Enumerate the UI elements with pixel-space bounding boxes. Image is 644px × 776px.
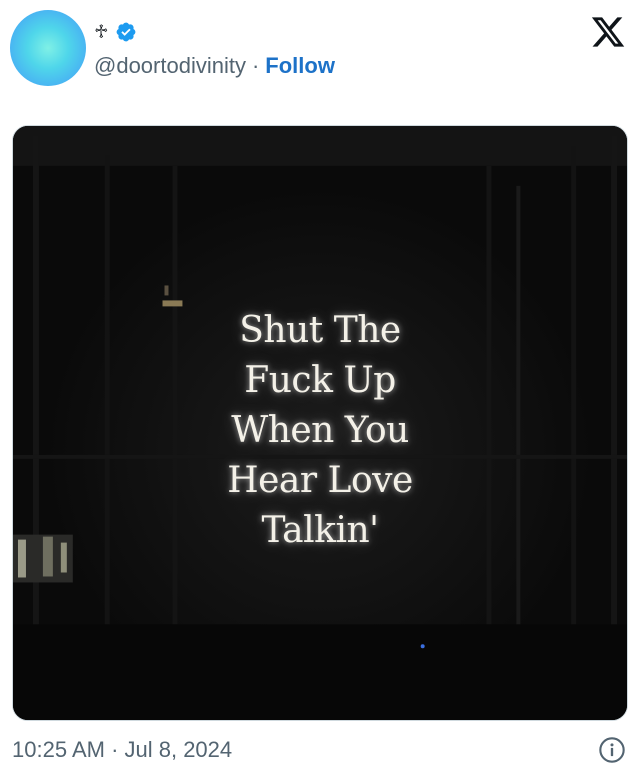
follow-button[interactable]: Follow bbox=[265, 52, 335, 80]
author-name-row: ♱ bbox=[94, 20, 137, 44]
sign-text: Shut The Fuck Up When You Hear Love Talk… bbox=[13, 306, 627, 556]
tweet-photo[interactable]: Shut The Fuck Up When You Hear Love Talk… bbox=[12, 125, 628, 721]
verified-badge-icon bbox=[116, 22, 135, 42]
tweet-embed-card: ♱ @doortodivinity · Follow Shut The Fuck… bbox=[0, 0, 644, 776]
sign-line: Talkin' bbox=[261, 510, 379, 551]
tweet-timestamp[interactable]: 10:25 AM · Jul 8, 2024 bbox=[12, 736, 232, 764]
display-name[interactable]: ♱ bbox=[94, 20, 109, 44]
separator-dot: · bbox=[251, 53, 260, 78]
info-icon[interactable] bbox=[598, 736, 626, 764]
sign-line: Shut The bbox=[239, 310, 401, 351]
x-logo-icon[interactable] bbox=[590, 14, 626, 50]
sign-line: Fuck Up bbox=[244, 360, 396, 401]
sign-line: When You bbox=[231, 410, 409, 451]
avatar[interactable] bbox=[10, 10, 86, 86]
author-handle[interactable]: @doortodivinity bbox=[94, 52, 246, 80]
sign-line: Hear Love bbox=[227, 460, 413, 501]
handle-row: @doortodivinity · Follow bbox=[94, 52, 335, 80]
